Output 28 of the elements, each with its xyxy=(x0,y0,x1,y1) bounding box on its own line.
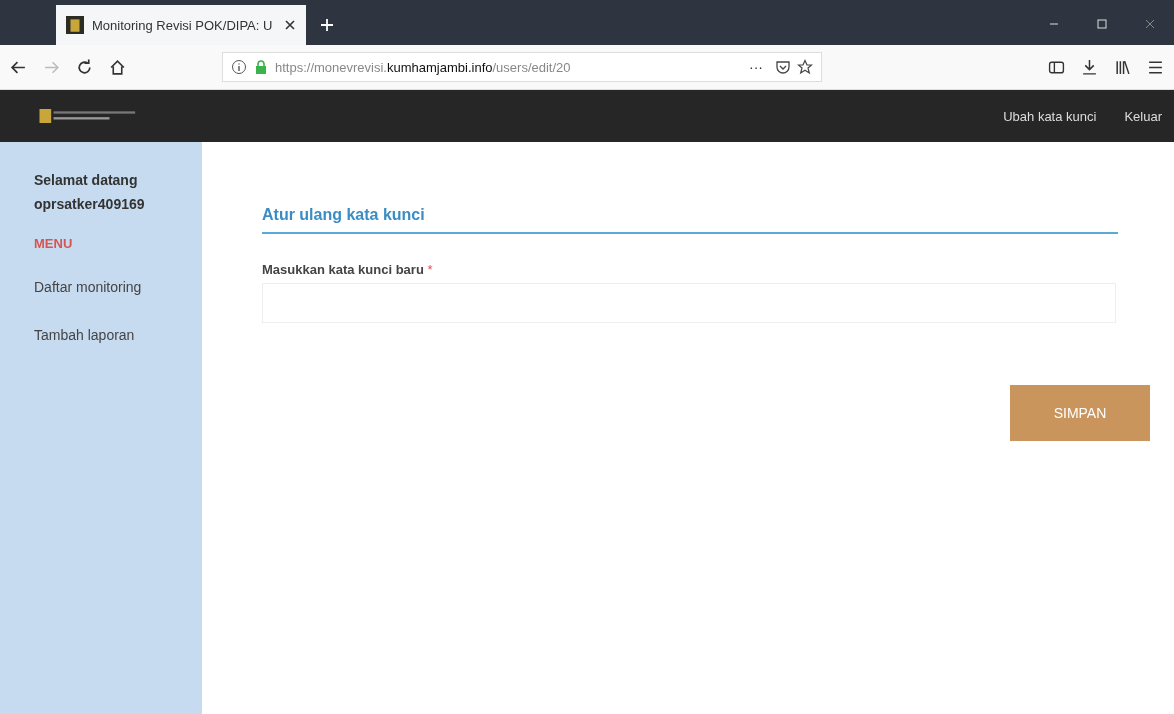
star-icon[interactable] xyxy=(797,59,813,75)
sidebar-icon[interactable] xyxy=(1048,58,1065,76)
welcome-text: Selamat datang xyxy=(34,171,139,190)
nav-link[interactable]: Ubah kata kunci xyxy=(1003,108,1097,124)
username: oprsatker409169 xyxy=(34,195,146,214)
library-icon[interactable] xyxy=(1114,58,1131,76)
page-actions-menu[interactable]: ··· xyxy=(749,59,763,75)
sidebar-link[interactable]: Daftar monitoring xyxy=(34,279,202,295)
close-icon[interactable] xyxy=(284,19,296,31)
maximize-icon[interactable] xyxy=(1096,18,1108,30)
address-bar[interactable]: https://monevrevisi.kumhamjambi.info/users/edit/20 ··· xyxy=(222,52,822,82)
tab-title: Monitoring Revisi POK/DIPA: U xyxy=(92,17,274,33)
menu-heading: MENU xyxy=(34,236,74,251)
menu-icon[interactable] xyxy=(1147,58,1164,76)
logo-icon xyxy=(66,16,84,34)
lock-icon xyxy=(253,59,269,75)
home-icon[interactable] xyxy=(109,58,126,76)
reload-icon[interactable] xyxy=(76,58,93,76)
form-heading: Atur ulang kata kunci xyxy=(262,206,1118,234)
download-icon[interactable] xyxy=(1081,58,1098,76)
pocket-icon[interactable] xyxy=(775,59,791,75)
new-tab-icon[interactable] xyxy=(320,18,334,32)
nav-link[interactable]: Keluar xyxy=(1124,108,1162,124)
browser-tab[interactable]: Monitoring Revisi POK/DIPA: U xyxy=(56,5,306,45)
sidebar-link[interactable]: Tambah laporan xyxy=(34,327,202,343)
info-icon xyxy=(231,59,247,75)
field-label: Masukkan kata kunci baru * xyxy=(262,262,434,277)
url-text: https://monevrevisi.kumhamjambi.info/users/edit/20 xyxy=(275,59,572,75)
